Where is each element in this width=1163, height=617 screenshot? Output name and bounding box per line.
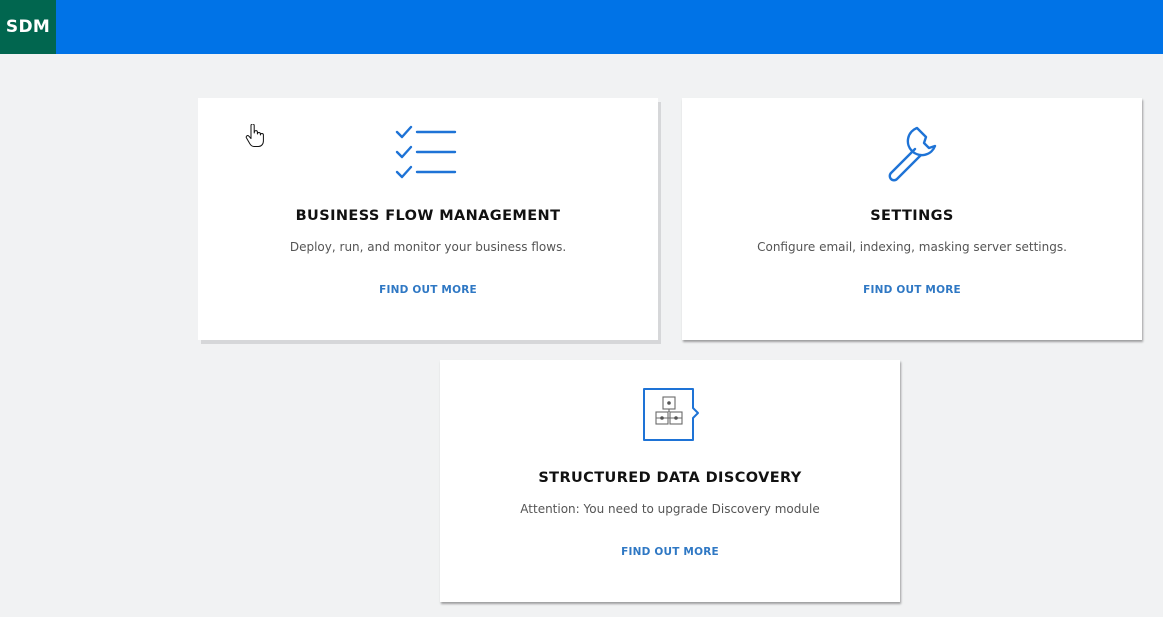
wrench-icon xyxy=(888,126,937,182)
card-description: Attention: You need to upgrade Discovery… xyxy=(520,502,820,516)
card-title: BUSINESS FLOW MANAGEMENT xyxy=(295,208,561,224)
card-description: Configure email, indexing, masking serve… xyxy=(757,240,1067,254)
card-title: STRUCTURED DATA DISCOVERY xyxy=(538,470,802,486)
top-header-bar: SDM xyxy=(0,0,1163,54)
sdm-logo[interactable]: SDM xyxy=(0,0,56,54)
find-out-more-link[interactable]: FIND OUT MORE xyxy=(682,284,1142,296)
settings-card[interactable]: SETTINGS Configure email, indexing, mask… xyxy=(682,98,1142,340)
business-flow-management-card[interactable]: BUSINESS FLOW MANAGEMENT Deploy, run, an… xyxy=(198,98,658,340)
structured-data-icon xyxy=(643,388,699,441)
hand-pointer-cursor-icon xyxy=(245,124,264,147)
structured-data-discovery-card[interactable]: STRUCTURED DATA DISCOVERY Attention: You… xyxy=(440,360,900,602)
card-title: SETTINGS xyxy=(870,208,954,224)
card-description: Deploy, run, and monitor your business f… xyxy=(289,240,567,254)
find-out-more-link[interactable]: FIND OUT MORE xyxy=(440,546,900,558)
checklist-icon xyxy=(395,125,457,179)
find-out-more-link[interactable]: FIND OUT MORE xyxy=(198,284,658,296)
